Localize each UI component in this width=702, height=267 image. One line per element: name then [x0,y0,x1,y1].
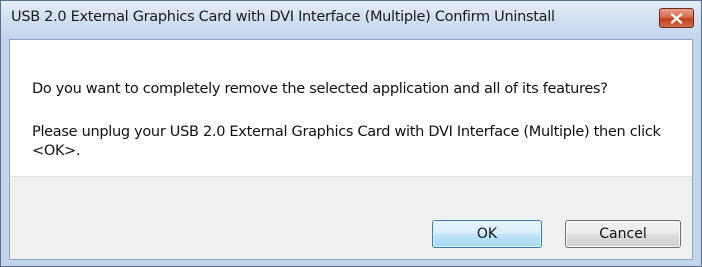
close-button[interactable] [659,8,694,28]
confirm-message: Do you want to completely remove the sel… [32,81,608,97]
cancel-button[interactable]: Cancel [565,220,681,248]
message-area: Do you want to completely remove the sel… [10,40,692,176]
unplug-instruction: Please unplug your USB 2.0 External Grap… [32,124,661,159]
button-bar: OK Cancel [10,176,692,259]
uninstall-dialog-window: USB 2.0 External Graphics Card with DVI … [0,0,702,267]
dialog-client-area: Do you want to completely remove the sel… [9,39,693,260]
ok-button[interactable]: OK [432,220,542,248]
window-title: USB 2.0 External Graphics Card with DVI … [11,9,555,25]
close-icon [670,12,683,24]
title-bar[interactable]: USB 2.0 External Graphics Card with DVI … [1,1,701,39]
